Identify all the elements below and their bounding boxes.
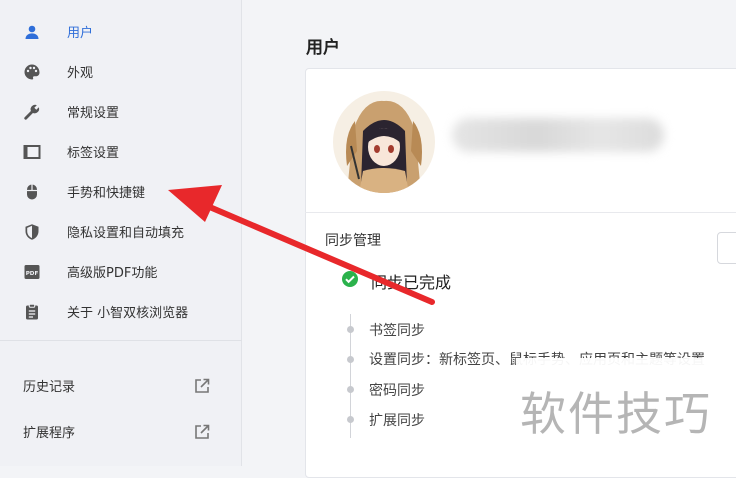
card-divider: [305, 212, 736, 213]
sidebar-item-label: 关于 小智双核浏览器: [67, 306, 189, 321]
sidebar-item-label: 常规设置: [67, 106, 120, 121]
sidebar-item-label: 历史记录: [23, 380, 76, 395]
page-title: 用户: [306, 38, 340, 58]
sidebar-divider: [0, 340, 242, 341]
settings-sidebar: 用户 外观 常规设置 标签设置 手势和快捷键 隐私设置和自动填充 PDF 高级版…: [0, 0, 242, 466]
sidebar-item-label: 外观: [67, 66, 94, 81]
sync-status-text: 同步已完成: [371, 273, 452, 292]
sidebar-item-general[interactable]: 常规设置: [0, 91, 242, 131]
sync-heading: 同步管理: [325, 233, 381, 249]
external-link-icon: [193, 377, 211, 395]
tab-icon: [23, 143, 41, 161]
sync-item-extensions: 扩展同步: [369, 413, 425, 429]
username-blurred: [452, 118, 664, 152]
external-link-icon: [193, 423, 211, 441]
wrench-icon: [23, 103, 41, 121]
sidebar-item-pdf[interactable]: PDF 高级版PDF功能: [0, 251, 242, 291]
mouse-icon: [23, 183, 41, 201]
sidebar-item-label: 用户: [67, 26, 94, 41]
sidebar-item-history[interactable]: 历史记录: [0, 366, 242, 406]
sidebar-item-label: 扩展程序: [23, 426, 76, 441]
watermark: 软件技巧: [520, 387, 712, 441]
sidebar-item-privacy[interactable]: 隐私设置和自动填充: [0, 211, 242, 251]
sidebar-item-user[interactable]: 用户: [0, 11, 242, 51]
avatar[interactable]: [333, 91, 435, 193]
sidebar-item-about[interactable]: 关于 小智双核浏览器: [0, 291, 242, 331]
sidebar-item-extensions[interactable]: 扩展程序: [0, 412, 242, 452]
svg-text:PDF: PDF: [26, 271, 39, 277]
timeline-dot: [347, 356, 354, 363]
check-icon: [342, 271, 358, 287]
timeline-dot: [347, 416, 354, 423]
sidebar-item-tabs[interactable]: 标签设置: [0, 131, 242, 171]
sidebar-item-label: 标签设置: [67, 146, 120, 161]
shield-icon: [23, 223, 41, 241]
sidebar-item-label: 高级版PDF功能: [67, 266, 158, 281]
sidebar-item-appearance[interactable]: 外观: [0, 51, 242, 91]
user-icon: [23, 23, 41, 41]
pdf-icon: PDF: [23, 263, 41, 281]
sidebar-item-label: 隐私设置和自动填充: [67, 226, 185, 241]
palette-icon: [23, 63, 41, 81]
sync-item-bookmarks: 书签同步: [369, 323, 425, 339]
timeline-dot: [347, 386, 354, 393]
sidebar-item-gestures[interactable]: 手势和快捷键: [0, 171, 242, 211]
sync-item-passwords: 密码同步: [369, 383, 425, 399]
timeline-dot: [347, 326, 354, 333]
clipboard-icon: [23, 303, 41, 321]
sidebar-item-label: 手势和快捷键: [67, 186, 146, 201]
sync-options-button[interactable]: [717, 232, 736, 264]
